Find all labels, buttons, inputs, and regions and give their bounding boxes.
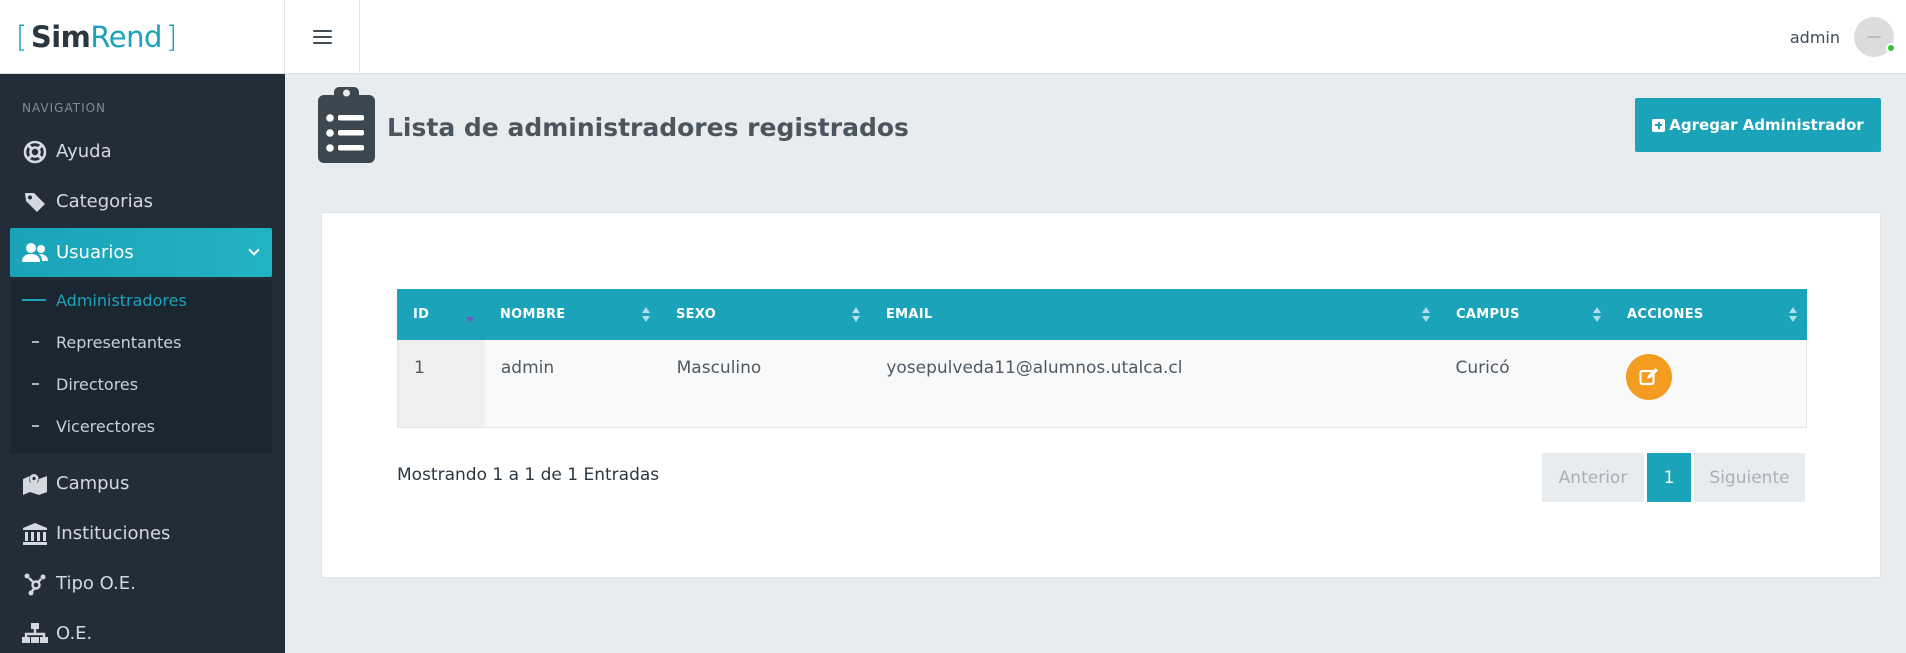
add-administrator-button[interactable]: Agregar Administrador [1635,98,1881,152]
menu-toggle-button[interactable] [285,0,360,74]
column-header-nombre[interactable]: NOMBRE [484,289,660,340]
column-header-acciones[interactable]: ACCIONES [1611,289,1807,340]
column-header-email[interactable]: EMAIL [870,289,1440,340]
sidebar-item-ayuda[interactable]: Ayuda [10,127,272,176]
users-icon [22,240,48,266]
submenu-item-vicerectores[interactable]: Vicerectores [10,406,272,446]
user-menu[interactable]: admin [1789,0,1896,74]
cell-id: 1 [398,340,485,427]
hamburger-icon [312,29,332,45]
logo-sim: Sim [30,20,91,54]
usuarios-submenu: Administradores Representantes Directore… [10,280,272,454]
brand-logo[interactable]: [ Sim Rend ] [0,0,285,74]
cell-acciones [1610,340,1806,427]
chevron-down-icon [248,244,260,256]
sort-desc-icon [466,307,474,323]
sidebar-item-label: Campus [56,473,130,494]
sort-icon [1422,307,1430,323]
page-title: Lista de administradores registrados [387,113,909,142]
edit-button[interactable] [1626,354,1673,400]
sidebar-item-label: Ayuda [56,141,112,162]
sidebar-item-categorias[interactable]: Categorias [10,177,272,226]
table-header: ID NOMBRE SEXO EMAIL CAMPUS ACCIONES [397,289,1807,340]
sidebar: NAVIGATION Ayuda Categorias Usuarios Adm… [0,74,285,653]
pagination-next[interactable]: Siguiente [1694,453,1805,502]
sort-icon [642,307,650,323]
sidebar-item-label: Instituciones [56,523,171,544]
avatar[interactable] [1854,17,1896,57]
submenu-item-representantes[interactable]: Representantes [10,322,272,362]
logo-rend: Rend [90,20,162,54]
tag-icon [22,189,48,215]
plus-square-icon [1652,118,1666,132]
pagination-previous[interactable]: Anterior [1542,453,1644,502]
table-body: 1 admin Masculino yosepulveda11@alumnos.… [397,340,1807,428]
sort-icon [1593,307,1601,323]
edit-icon [1639,368,1659,386]
column-header-campus[interactable]: CAMPUS [1440,289,1611,340]
submenu-item-label: Vicerectores [56,416,156,436]
cell-email: yosepulveda11@alumnos.utalca.cl [886,358,1183,378]
submenu-item-label: Representantes [56,332,182,352]
column-header-id[interactable]: ID [397,289,484,340]
sidebar-item-tipo-oe[interactable]: Tipo O.E. [10,559,272,608]
hub-icon [22,571,48,597]
cell-campus: Curicó [1455,358,1510,378]
sidebar-item-label: O.E. [56,623,93,644]
submenu-item-label: Administradores [56,290,187,310]
pagination-page-1[interactable]: 1 [1647,453,1691,502]
online-status-dot [1886,43,1896,53]
top-bar: [ Sim Rend ] admin [0,0,1906,74]
user-name: admin [1789,27,1840,47]
sidebar-item-usuarios[interactable]: Usuarios [10,228,272,277]
clipboard-list-icon [318,87,375,163]
administrators-table: ID NOMBRE SEXO EMAIL CAMPUS ACCIONES 1 a… [397,289,1807,428]
nav-heading: NAVIGATION [22,101,107,115]
logo-bracket-open: [ [16,20,27,54]
submenu-item-administradores[interactable]: Administradores [10,280,272,320]
sort-icon [852,307,860,323]
sitemap-icon [22,621,48,647]
cell-nombre: admin [500,358,555,378]
sort-icon [1789,307,1797,323]
submenu-item-label: Directores [56,374,139,394]
map-marker-icon [22,471,48,497]
lifebuoy-icon [22,139,48,165]
sidebar-item-campus[interactable]: Campus [10,459,272,508]
table-info: Mostrando 1 a 1 de 1 Entradas [397,465,660,485]
university-icon [22,521,48,547]
table-row: 1 admin Masculino yosepulveda11@alumnos.… [397,340,1807,428]
sidebar-item-label: Usuarios [56,242,134,263]
column-header-sexo[interactable]: SEXO [660,289,870,340]
sidebar-item-label: Categorias [56,191,153,212]
add-button-label: Agregar Administrador [1669,116,1864,134]
logo-bracket-close: ] [165,20,177,54]
cell-sexo: Masculino [676,358,762,378]
sidebar-item-instituciones[interactable]: Instituciones [10,509,272,558]
sidebar-item-oe[interactable]: O.E. [10,609,272,653]
sidebar-item-label: Tipo O.E. [56,573,136,594]
submenu-item-directores[interactable]: Directores [10,364,272,404]
